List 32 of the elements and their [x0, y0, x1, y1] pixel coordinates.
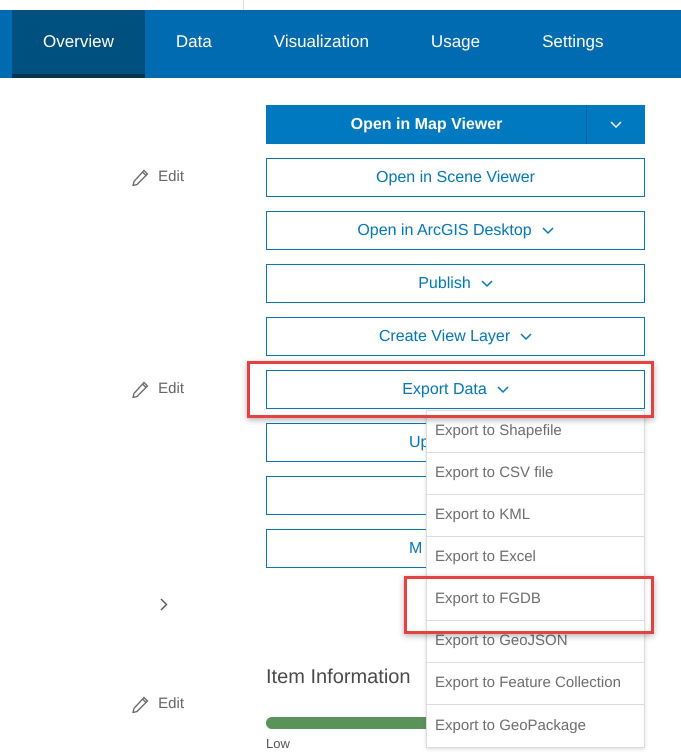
pencil-icon	[132, 381, 150, 398]
tab[interactable]: Usage	[400, 10, 512, 78]
menu-item[interactable]: Export to GeoJSON	[427, 621, 644, 663]
tab[interactable]: Overview	[12, 10, 145, 78]
menu-item[interactable]: Export to KML	[427, 495, 644, 537]
edit-link[interactable]: Edit	[132, 166, 184, 189]
scale-label: Low	[266, 735, 290, 753]
section-heading: Item Information	[266, 667, 411, 687]
caret-icon	[542, 226, 554, 234]
caret-icon	[496, 386, 509, 394]
menu-item[interactable]: Export to CSV file	[427, 453, 644, 495]
chevron-right-icon[interactable]	[160, 598, 168, 611]
tab[interactable]: Data	[144, 10, 243, 78]
tab[interactable]: Visualization	[242, 10, 400, 78]
caret-icon	[610, 120, 622, 128]
menu-item[interactable]: Export to Feature Collection	[427, 663, 644, 705]
edit-link[interactable]: Edit	[132, 378, 184, 401]
action-button[interactable]: Create View Layer	[266, 317, 645, 356]
action-button[interactable]: Open in Scene Viewer	[266, 158, 645, 197]
menu-item[interactable]: Export to GeoPackage	[427, 705, 644, 747]
caret-icon	[520, 332, 532, 340]
action-button[interactable]: Export Data	[266, 370, 645, 409]
pencil-icon	[132, 169, 150, 186]
menu-item[interactable]: Export to Excel	[427, 537, 644, 579]
edit-link[interactable]: Edit	[132, 693, 184, 716]
action-button[interactable]: Publish	[266, 264, 645, 303]
pencil-icon	[132, 696, 150, 713]
action-button[interactable]: Open in ArcGIS Desktop	[266, 211, 645, 250]
tab[interactable]: Settings	[511, 10, 634, 78]
caret-icon	[480, 280, 493, 288]
menu-item[interactable]: Export to Shapefile	[427, 411, 644, 453]
menu-item[interactable]: Export to FGDB	[427, 579, 644, 621]
